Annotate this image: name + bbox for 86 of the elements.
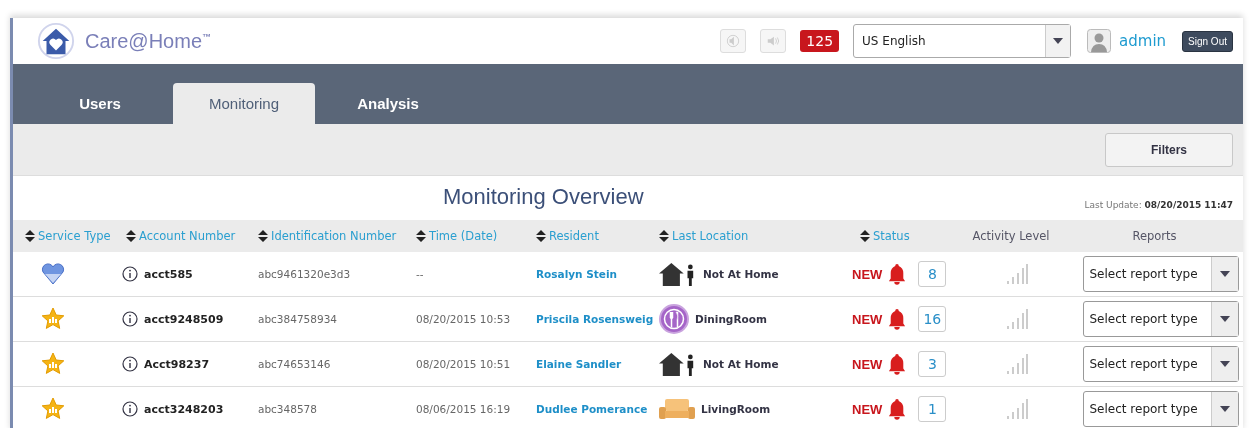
- status-text: NEW: [852, 266, 883, 282]
- bell-icon: [888, 263, 907, 285]
- identification-number: abc384758934: [258, 313, 337, 325]
- speaker-icon: [766, 34, 781, 48]
- speaker-muted-icon: [726, 34, 741, 48]
- alert-count[interactable]: 3: [918, 351, 947, 377]
- caret-icon: [1219, 361, 1230, 367]
- house-heart-logo-icon: [37, 22, 75, 60]
- column-header[interactable]: Time (Date): [429, 229, 498, 243]
- signal-bars-icon: [1006, 398, 1028, 420]
- info-icon[interactable]: [122, 266, 138, 282]
- sort-icon[interactable]: [536, 230, 546, 242]
- sofa-icon: [659, 397, 695, 421]
- signal-bars-icon: [1006, 353, 1028, 375]
- column-header[interactable]: Account Number: [139, 229, 236, 243]
- alert-count[interactable]: 16: [918, 306, 947, 332]
- account-number: Acct98237: [144, 357, 210, 371]
- nav-tab[interactable]: Analysis: [317, 83, 459, 124]
- location-text: Not At Home: [703, 358, 779, 370]
- user-avatar-icon: [1087, 29, 1112, 53]
- status-text: NEW: [852, 401, 883, 417]
- sort-icon[interactable]: [258, 230, 268, 242]
- location-text: LivingRoom: [701, 403, 771, 415]
- column-header[interactable]: Resident: [549, 229, 599, 243]
- nav-tab[interactable]: Monitoring: [173, 83, 315, 124]
- time-date: 08/20/2015 10:51: [416, 358, 511, 370]
- alert-count[interactable]: 8: [918, 261, 947, 287]
- identification-number: abc348578: [258, 403, 317, 415]
- bell-icon: [888, 308, 907, 330]
- alert-count-badge[interactable]: 125: [800, 30, 840, 52]
- account-number: acct3248203: [144, 402, 224, 416]
- sort-icon[interactable]: [126, 230, 136, 242]
- status-text: NEW: [852, 356, 883, 372]
- account-number: acct9248509: [144, 312, 224, 326]
- username-link[interactable]: admin: [1119, 32, 1167, 50]
- filters-button[interactable]: Filters: [1105, 132, 1233, 167]
- bell-icon: [888, 353, 907, 375]
- report-type-select[interactable]: Select report type: [1082, 391, 1239, 427]
- sign-out-button[interactable]: Sign Out: [1182, 30, 1233, 52]
- column-header[interactable]: Service Type: [38, 229, 111, 243]
- column-header: Reports: [1132, 229, 1177, 243]
- time-date: --: [416, 268, 424, 280]
- sort-icon[interactable]: [860, 230, 870, 242]
- caret-icon: [1219, 316, 1230, 322]
- column-header[interactable]: Status: [873, 229, 910, 243]
- alert-count[interactable]: 1: [918, 396, 947, 422]
- report-type-select[interactable]: Select report type: [1082, 346, 1239, 382]
- sort-icon[interactable]: [416, 230, 426, 242]
- caret-icon: [1219, 406, 1230, 412]
- caret-icon: [1219, 271, 1230, 277]
- sort-icon[interactable]: [25, 230, 35, 242]
- time-date: 08/20/2015 10:53: [416, 313, 511, 325]
- column-header: Activity Level: [972, 229, 1050, 243]
- resident-link[interactable]: Elaine Sandler: [536, 358, 622, 370]
- report-type-select[interactable]: Select report type: [1082, 256, 1239, 292]
- info-icon[interactable]: [122, 311, 138, 327]
- info-icon[interactable]: [122, 401, 138, 417]
- resident-link[interactable]: Priscila Rosensweig: [536, 313, 654, 325]
- heart-icon: [41, 263, 65, 285]
- location-text: Not At Home: [703, 268, 779, 280]
- column-header[interactable]: Last Location: [672, 229, 749, 243]
- resident-link[interactable]: Dudlee Pomerance: [536, 403, 648, 415]
- info-icon[interactable]: [122, 356, 138, 372]
- resident-link[interactable]: Rosalyn Stein: [536, 268, 617, 280]
- bell-icon: [888, 398, 907, 420]
- signal-bars-icon: [1006, 308, 1028, 330]
- star-icon: [41, 397, 65, 421]
- time-date: 08/06/2015 16:19: [416, 403, 511, 415]
- page-title: Monitoring Overview: [443, 184, 644, 210]
- last-update-text: Last Update: 08/20/2015 11:47: [1084, 200, 1233, 210]
- identification-number: abc74653146: [258, 358, 331, 370]
- caret-icon: [1053, 38, 1064, 44]
- signal-bars-icon: [1006, 263, 1028, 285]
- sort-icon[interactable]: [659, 230, 669, 242]
- fork-knife-icon: [659, 304, 689, 334]
- report-type-select[interactable]: Select report type: [1082, 301, 1239, 337]
- language-select[interactable]: US English: [853, 24, 1072, 58]
- nav-tab[interactable]: Users: [29, 83, 171, 124]
- star-icon: [41, 307, 65, 331]
- app-logo-text: Care@Home$^{™}$: [85, 29, 211, 53]
- identification-number: abc9461320e3d3: [258, 268, 351, 280]
- column-header[interactable]: Identification Number: [271, 229, 397, 243]
- star-icon: [41, 352, 65, 376]
- status-text: NEW: [852, 311, 883, 327]
- account-number: acct585: [144, 267, 193, 281]
- location-text: DiningRoom: [695, 313, 767, 325]
